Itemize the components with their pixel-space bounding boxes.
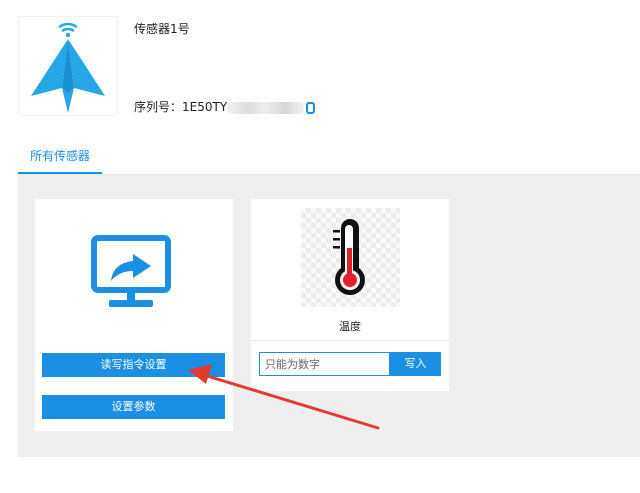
thermometer-image [301,208,400,307]
sensor-panel: 读写指令设置 设置参数 温度 写入 [18,175,640,457]
tab-all-sensors[interactable]: 所有传感器 [18,140,103,174]
temperature-label: 温度 [339,320,361,333]
read-write-command-button[interactable]: 读写指令设置 [42,353,225,377]
temperature-card: 温度 写入 [251,199,449,391]
serial-number: 序列号：1E50TY [134,98,316,115]
serial-value: 1E50TY [182,100,228,114]
device-logo [18,16,118,116]
device-name: 传感器1号 [134,22,190,36]
numeric-input[interactable] [259,352,390,376]
serial-label: 序列号： [134,100,183,114]
monitor-share-icon [91,235,171,307]
divider [251,340,449,341]
command-card: 读写指令设置 设置参数 [35,199,233,431]
thermometer-icon [333,219,365,295]
serial-redacted [228,101,305,114]
antenna-logo-icon [31,22,105,113]
copy-icon[interactable] [306,101,316,114]
write-button[interactable]: 写入 [390,352,441,376]
tab-bar: 所有传感器 [18,140,640,175]
set-params-button[interactable]: 设置参数 [42,395,225,419]
